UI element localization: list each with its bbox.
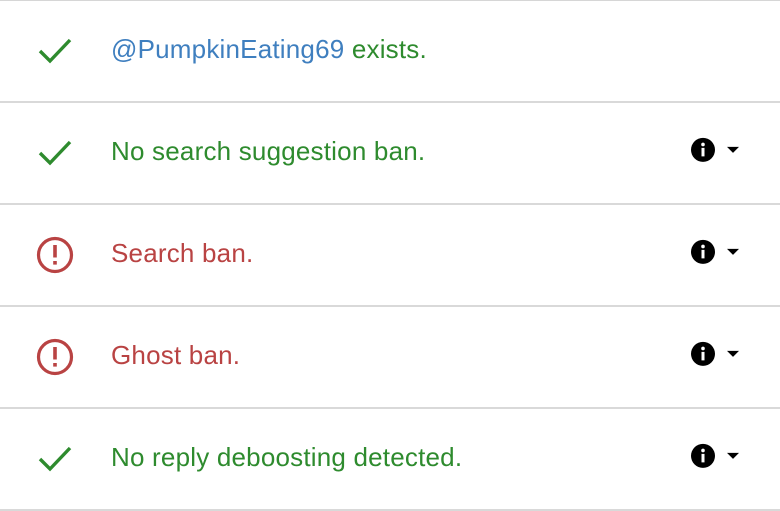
alert-circle-icon [35, 235, 75, 275]
result-text: No search suggestion ban. [111, 135, 426, 166]
info-icon [691, 341, 715, 366]
result-text-suffix: exists. [344, 33, 427, 64]
result-row-reply-deboosting: No reply deboosting detected. [0, 409, 780, 511]
info-dropdown-toggle[interactable] [690, 239, 740, 265]
shadowban-results-list: @PumpkinEating69 exists. No search sugge… [0, 0, 780, 511]
result-text: Search ban. [111, 237, 254, 268]
caret-down-icon [727, 146, 739, 153]
check-icon [35, 31, 75, 71]
username-link[interactable]: @PumpkinEating69 [111, 34, 344, 64]
check-icon [35, 133, 75, 173]
info-dropdown-toggle[interactable] [690, 443, 740, 469]
caret-down-icon [727, 452, 739, 459]
caret-down-icon [727, 350, 739, 357]
alert-circle-icon [35, 337, 75, 377]
check-icon [35, 439, 75, 479]
caret-down-icon [727, 248, 739, 255]
info-dropdown-toggle[interactable] [690, 137, 740, 163]
info-dropdown-toggle[interactable] [690, 341, 740, 367]
result-row-account-exists: @PumpkinEating69 exists. [0, 1, 780, 103]
info-icon [691, 239, 715, 264]
result-text: Ghost ban. [111, 339, 241, 370]
result-text: No reply deboosting detected. [111, 441, 463, 472]
result-text: @PumpkinEating69 exists. [111, 34, 427, 65]
result-row-ghost-ban: Ghost ban. [0, 307, 780, 409]
info-icon [691, 443, 715, 468]
info-icon [691, 137, 715, 162]
result-row-search-suggestion-ban: No search suggestion ban. [0, 103, 780, 205]
result-row-search-ban: Search ban. [0, 205, 780, 307]
